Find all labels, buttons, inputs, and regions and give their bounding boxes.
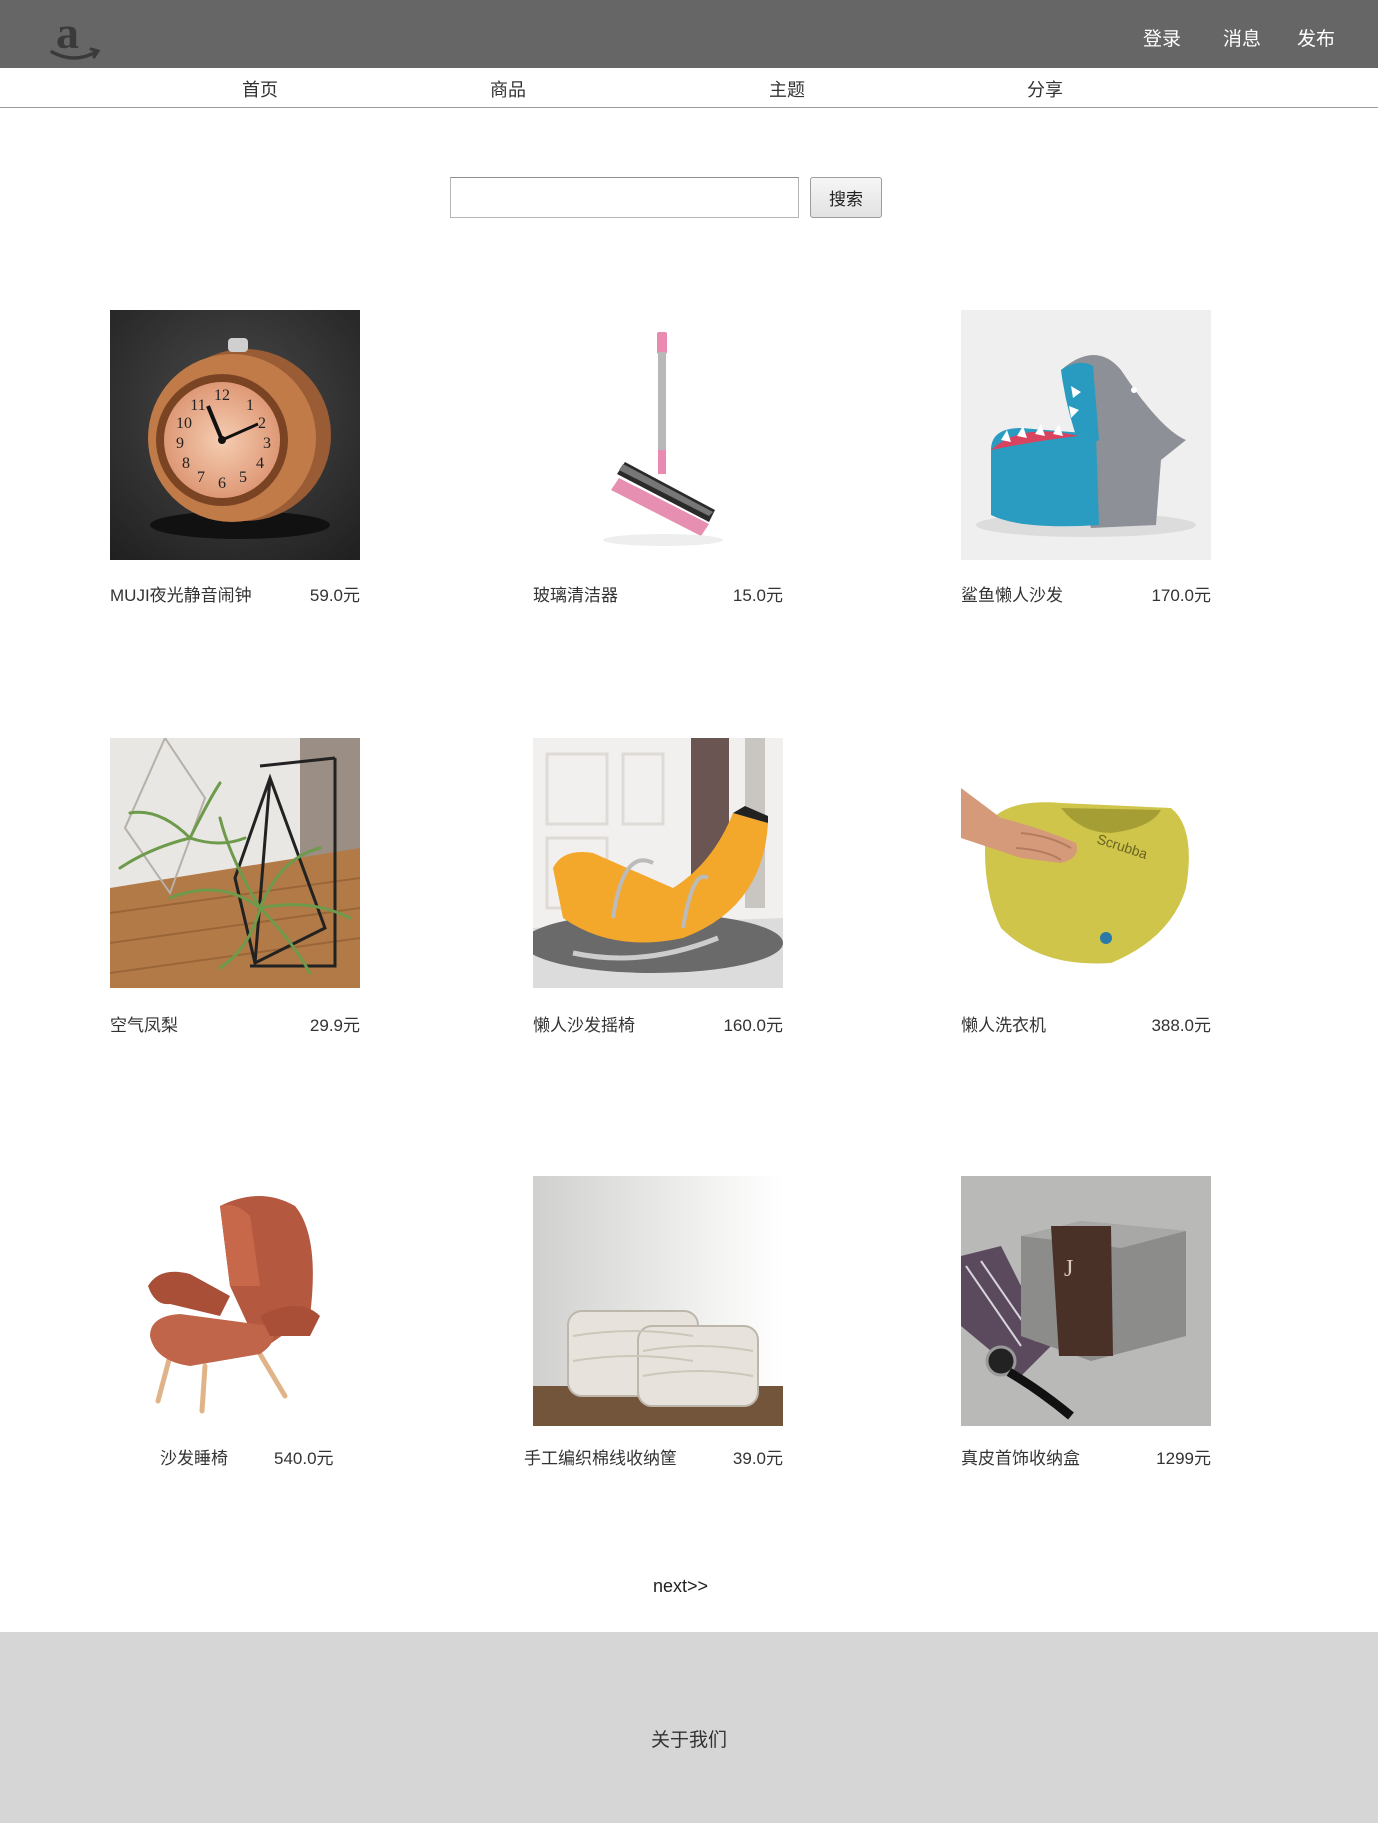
svg-text:J: J — [1064, 1256, 1073, 1282]
product-card: Scrubba 懒人洗衣机 388.0元 — [961, 738, 1211, 1035]
product-image-window-squeegee[interactable] — [533, 310, 783, 560]
footer: 关于我们 — [0, 1632, 1378, 1823]
product-name[interactable]: 懒人沙发摇椅 — [533, 1011, 635, 1036]
product-image-shark-beanbag[interactable] — [961, 310, 1211, 560]
product-card: J 真皮首饰收纳盒 1299元 — [961, 1176, 1211, 1468]
product-price: 15.0元 — [732, 586, 783, 605]
product-price: 170.0元 — [1151, 586, 1211, 605]
svg-text:4: 4 — [256, 455, 264, 472]
product-name[interactable]: 真皮首饰收纳盒 — [961, 1444, 1080, 1469]
product-price: 540.0元 — [274, 1449, 334, 1468]
messages-link[interactable]: 消息 — [1223, 24, 1261, 51]
nav-item-share[interactable]: 分享 — [1027, 76, 1063, 102]
product-price: 59.0元 — [309, 586, 360, 605]
product-card: 手工编织棉线收纳筐 39.0元 — [524, 1176, 783, 1468]
product-image-woven-baskets[interactable] — [533, 1176, 783, 1426]
product-card: 玻璃清洁器 15.0元 — [533, 310, 783, 605]
product-price: 388.0元 — [1151, 1016, 1211, 1035]
about-us-link[interactable]: 关于我们 — [0, 1725, 1378, 1752]
svg-text:7: 7 — [197, 469, 205, 486]
svg-text:8: 8 — [182, 455, 190, 472]
product-card: 鲨鱼懒人沙发 170.0元 — [961, 310, 1211, 605]
svg-text:9: 9 — [176, 435, 184, 452]
svg-text:11: 11 — [190, 397, 205, 414]
svg-text:1: 1 — [246, 397, 254, 414]
svg-text:a: a — [56, 8, 79, 58]
product-image-air-plant[interactable] — [110, 738, 360, 988]
product-name[interactable]: 沙发睡椅 — [160, 1444, 228, 1469]
amazon-logo-icon[interactable]: a — [48, 7, 104, 64]
product-card: 12 1 2 345 678 9 10 11 MUJI夜光静音闹钟 59.0元 — [110, 310, 360, 605]
product-card: 懒人沙发摇椅 160.0元 — [533, 738, 783, 1035]
svg-text:2: 2 — [258, 415, 266, 432]
main-nav: 首页 商品 主题 分享 — [0, 68, 1378, 108]
publish-link[interactable]: 发布 — [1297, 24, 1335, 51]
search-input[interactable] — [450, 177, 799, 218]
product-card: 沙发睡椅 540.0元 — [110, 1176, 360, 1468]
product-image-scrubba-wash-bag[interactable]: Scrubba — [961, 738, 1211, 988]
product-name[interactable]: 空气凤梨 — [110, 1011, 178, 1036]
product-card: 空气凤梨 29.9元 — [110, 738, 360, 1035]
product-image-alarm-clock[interactable]: 12 1 2 345 678 9 10 11 — [110, 310, 360, 560]
product-name[interactable]: 鲨鱼懒人沙发 — [961, 581, 1063, 606]
svg-text:12: 12 — [214, 387, 230, 404]
search-button[interactable]: 搜索 — [810, 177, 882, 218]
product-name[interactable]: 玻璃清洁器 — [533, 581, 618, 606]
product-image-leather-armchair[interactable] — [110, 1176, 360, 1426]
nav-item-home[interactable]: 首页 — [242, 76, 278, 102]
product-price: 160.0元 — [723, 1016, 783, 1035]
product-price: 29.9元 — [309, 1016, 360, 1035]
product-name[interactable]: 手工编织棉线收纳筐 — [524, 1444, 677, 1469]
product-image-jewelry-box[interactable]: J — [961, 1176, 1211, 1426]
product-price: 39.0元 — [732, 1449, 783, 1468]
nav-item-products[interactable]: 商品 — [490, 76, 526, 102]
svg-text:10: 10 — [176, 415, 192, 432]
next-page-link[interactable]: next>> — [653, 1576, 708, 1597]
svg-text:5: 5 — [239, 469, 247, 486]
product-name[interactable]: MUJI夜光静音闹钟 — [110, 581, 252, 606]
svg-text:6: 6 — [218, 475, 226, 492]
top-bar: a 登录 消息 发布 — [0, 0, 1378, 68]
product-image-banana-rocking-chair[interactable] — [533, 738, 783, 988]
login-link[interactable]: 登录 — [1143, 24, 1181, 51]
svg-text:3: 3 — [263, 435, 271, 452]
product-price: 1299元 — [1156, 1449, 1211, 1468]
product-name[interactable]: 懒人洗衣机 — [961, 1011, 1046, 1036]
nav-item-topics[interactable]: 主题 — [769, 76, 805, 102]
